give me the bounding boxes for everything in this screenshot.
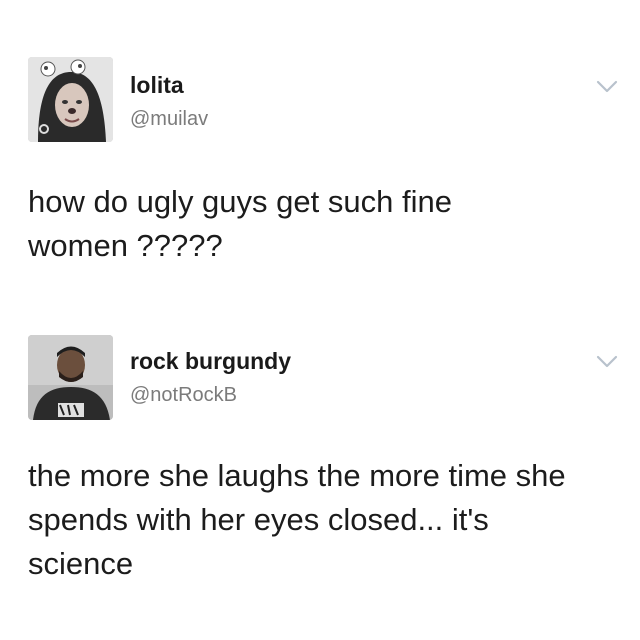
user-handle[interactable]: @notRockB: [130, 384, 237, 407]
tweet-text: how do ugly guys get such fine women ???…: [28, 180, 618, 268]
chevron-down-icon[interactable]: [596, 80, 618, 94]
display-name[interactable]: rock burgundy: [130, 348, 291, 375]
avatar[interactable]: [28, 57, 113, 142]
chevron-down-icon[interactable]: [596, 355, 618, 369]
avatar[interactable]: [28, 335, 113, 420]
tweet-text-line: the more she laughs the more time she: [28, 458, 566, 493]
tweet-text-line: science: [28, 546, 134, 581]
tweet-text-line: women ?????: [28, 228, 223, 263]
user-handle[interactable]: @muilav: [130, 108, 208, 131]
profile-photo-man-icon: [28, 335, 113, 420]
tweet-2: rock burgundy @notRockB the more she lau…: [0, 318, 640, 640]
display-name[interactable]: lolita: [130, 72, 184, 99]
tweet-text: the more she laughs the more time she sp…: [28, 454, 618, 586]
tweet-text-line: spends with her eyes closed... it's: [28, 502, 489, 537]
profile-photo-woman-icon: [28, 57, 113, 142]
tweet-text-line: how do ugly guys get such fine: [28, 184, 452, 219]
tweet-1: lolita @muilav how do ugly guys get such…: [0, 0, 640, 300]
